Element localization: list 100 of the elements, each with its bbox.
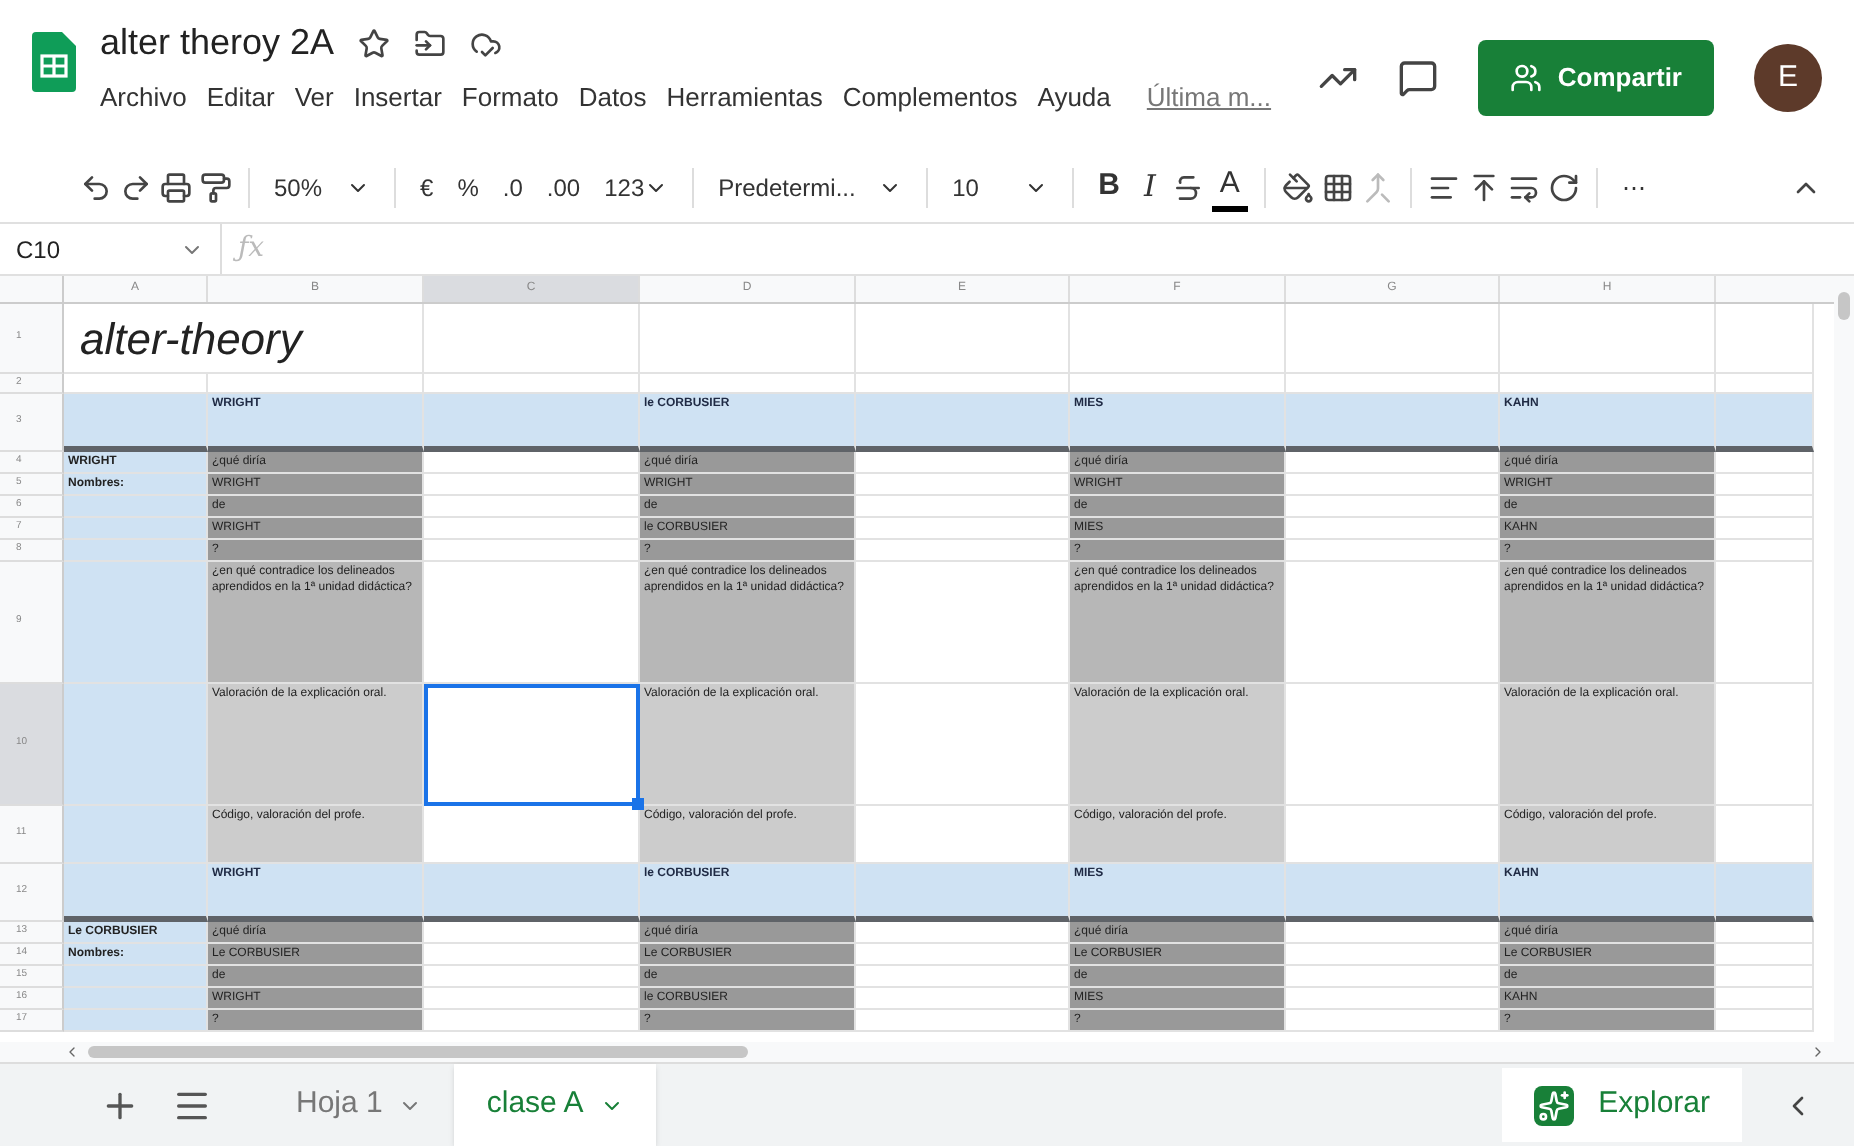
table-cell[interactable] [856, 806, 1070, 864]
table-cell[interactable] [424, 922, 640, 944]
table-cell[interactable] [64, 540, 208, 562]
table-cell[interactable] [856, 518, 1070, 540]
table-cell[interactable] [1716, 684, 1814, 806]
table-cell[interactable] [1286, 944, 1500, 966]
table-cell[interactable] [1716, 496, 1814, 518]
table-cell[interactable] [856, 684, 1070, 806]
menu-item[interactable]: Complementos [842, 78, 1018, 117]
sheets-logo-icon[interactable] [32, 32, 76, 92]
table-cell[interactable] [856, 496, 1070, 518]
table-cell[interactable] [856, 966, 1070, 988]
table-cell[interactable] [1716, 518, 1814, 540]
selected-cell[interactable] [424, 684, 640, 806]
star-icon[interactable] [358, 27, 391, 59]
table-cell[interactable] [1716, 452, 1814, 474]
share-button[interactable]: Compartir [1477, 40, 1714, 116]
table-cell[interactable] [424, 988, 640, 1010]
currency-button[interactable]: € [412, 163, 442, 211]
comment-icon[interactable] [1397, 58, 1438, 98]
table-cell[interactable] [1500, 304, 1716, 374]
menu-item[interactable]: Editar [206, 78, 275, 117]
paint-format-icon[interactable] [200, 171, 232, 203]
table-cell[interactable] [1716, 1010, 1814, 1032]
menu-item[interactable]: Formato [461, 78, 559, 117]
table-cell[interactable] [424, 944, 640, 966]
wrap-icon[interactable] [1507, 171, 1540, 203]
table-cell[interactable] [424, 394, 640, 452]
vertical-align-icon[interactable] [1467, 171, 1500, 203]
more-button[interactable]: ⋯ [1613, 163, 1654, 211]
table-cell[interactable] [1716, 562, 1814, 684]
italic-button[interactable]: I [1135, 163, 1164, 211]
scroll-right-icon[interactable] [1810, 1044, 1826, 1060]
table-cell[interactable] [424, 1010, 640, 1032]
table-cell[interactable] [1286, 394, 1500, 452]
table-cell[interactable] [1286, 806, 1500, 864]
undo-icon[interactable] [80, 171, 112, 203]
table-cell[interactable] [64, 518, 208, 540]
table-cell[interactable] [1286, 562, 1500, 684]
table-cell[interactable] [856, 374, 1070, 394]
align-icon[interactable] [1427, 171, 1460, 203]
table-cell[interactable] [1286, 452, 1500, 474]
table-cell[interactable] [424, 966, 640, 988]
table-cell[interactable] [64, 496, 208, 518]
table-cell[interactable] [208, 374, 424, 394]
table-cell[interactable] [856, 1010, 1070, 1032]
rotate-icon[interactable] [1547, 171, 1580, 203]
print-icon[interactable] [160, 171, 192, 203]
cloud-icon[interactable] [470, 27, 503, 59]
bold-button[interactable]: B [1090, 163, 1128, 211]
table-cell[interactable]: alter-theory [64, 304, 424, 374]
table-cell[interactable] [64, 966, 208, 988]
table-cell[interactable] [856, 562, 1070, 684]
table-cell[interactable] [424, 374, 640, 394]
table-cell[interactable] [1286, 684, 1500, 806]
table-cell[interactable] [1716, 806, 1814, 864]
table-cell[interactable] [1716, 394, 1814, 452]
menu-item[interactable]: Ayuda [1037, 78, 1111, 117]
sheet-tab[interactable]: Hoja 1 [264, 1064, 455, 1146]
table-cell[interactable] [424, 864, 640, 922]
table-cell[interactable] [424, 474, 640, 496]
font-size-dropdown[interactable]: 10 [944, 163, 1057, 211]
horizontal-scrollbar[interactable] [88, 1046, 748, 1058]
fill-color-icon[interactable] [1281, 171, 1314, 203]
table-cell[interactable] [64, 394, 208, 452]
sheet-tab[interactable]: clase A [454, 1064, 656, 1146]
text-color-button[interactable]: A [1211, 163, 1248, 211]
table-cell[interactable] [64, 562, 208, 684]
table-cell[interactable] [64, 684, 208, 806]
percent-button[interactable]: % [449, 163, 487, 211]
table-cell[interactable] [424, 496, 640, 518]
table-cell[interactable] [856, 944, 1070, 966]
table-cell[interactable] [424, 540, 640, 562]
menu-item[interactable]: Datos [578, 78, 647, 117]
zoom-dropdown[interactable]: 50% [266, 163, 379, 211]
table-cell[interactable] [1716, 864, 1814, 922]
table-cell[interactable] [1286, 304, 1500, 374]
table-cell[interactable] [64, 374, 208, 394]
table-cell[interactable] [64, 864, 208, 922]
vertical-scrollbar[interactable] [1838, 292, 1850, 320]
last-edit-link[interactable]: Última m... [1146, 78, 1272, 117]
explore-button[interactable]: Explorar [1502, 1068, 1742, 1142]
table-cell[interactable] [1286, 540, 1500, 562]
table-cell[interactable] [1716, 374, 1814, 394]
table-cell[interactable] [424, 452, 640, 474]
table-cell[interactable] [1716, 474, 1814, 496]
table-cell[interactable] [856, 474, 1070, 496]
table-cell[interactable] [1286, 966, 1500, 988]
table-cell[interactable] [856, 540, 1070, 562]
table-cell[interactable] [1070, 304, 1286, 374]
table-cell[interactable] [1286, 922, 1500, 944]
table-cell[interactable] [1286, 374, 1500, 394]
table-cell[interactable] [1286, 864, 1500, 922]
table-cell[interactable] [1286, 518, 1500, 540]
increase-decimals-button[interactable]: .00 [538, 163, 589, 211]
fill-handle[interactable] [632, 798, 644, 810]
table-cell[interactable] [856, 864, 1070, 922]
table-cell[interactable] [64, 806, 208, 864]
table-cell[interactable] [424, 304, 640, 374]
table-cell[interactable] [856, 452, 1070, 474]
